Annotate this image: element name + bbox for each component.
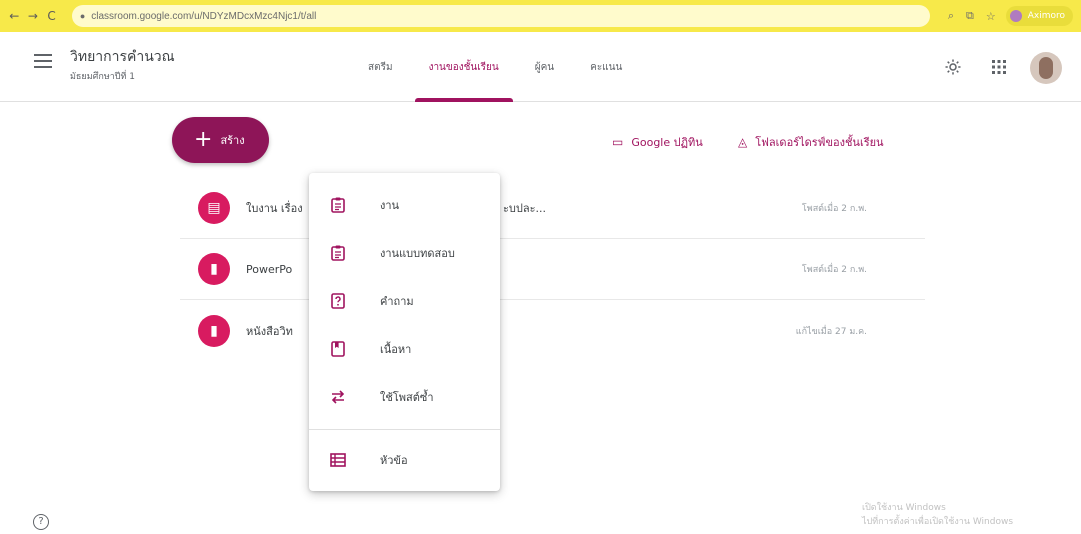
address-bar[interactable]: ● classroom.google.com/u/NDYzMDcxMzc4Njc… xyxy=(71,5,930,27)
app-header: วิทยาการคำนวณ มัธยมศึกษาปีที่ 1 สตรีม งา… xyxy=(0,32,1081,102)
item-title: หนังสือวิท xyxy=(246,324,293,338)
menu-item-topic[interactable]: หัวข้อ xyxy=(309,436,500,484)
classwork-list: ▤ ใบงาน เรื่อง ะบปละ... โพสต์เมื่อ 2 ก.พ… xyxy=(180,178,925,361)
menu-item-label: งานแบบทดสอบ xyxy=(380,247,455,260)
class-drive-folder-link[interactable]: ◬ โฟลเดอร์ไดรฟ์ของชั้นเรียน xyxy=(738,133,884,151)
menu-item-quiz-assignment[interactable]: งานแบบทดสอบ xyxy=(309,229,500,277)
class-title[interactable]: วิทยาการคำนวณ xyxy=(70,46,175,68)
tab-people[interactable]: ผู้คน xyxy=(517,32,572,102)
assignment-icon: ▤ xyxy=(198,192,230,224)
drive-link-label: โฟลเดอร์ไดรฟ์ของชั้นเรียน xyxy=(755,136,884,149)
assignment-icon xyxy=(330,196,346,214)
forward-icon[interactable]: → xyxy=(27,9,40,23)
share-icon[interactable]: ⧉ xyxy=(966,9,974,23)
item-edited-date: แก้ไขเมื่อ 27 ม.ค. xyxy=(795,326,867,337)
user-avatar[interactable] xyxy=(1030,52,1062,84)
browser-toolbar: ← → C ● classroom.google.com/u/NDYzMDcxM… xyxy=(0,0,1081,32)
question-icon xyxy=(330,292,346,310)
quiz-assignment-icon xyxy=(330,244,346,262)
menu-item-reuse-post[interactable]: ใช้โพสต์ซ้ำ xyxy=(309,373,500,421)
calendar-icon: ▭ xyxy=(612,135,624,149)
menu-item-question[interactable]: คำถาม xyxy=(309,277,500,325)
menu-item-assignment[interactable]: งาน xyxy=(309,181,500,229)
menu-divider xyxy=(309,429,500,430)
drive-icon: ◬ xyxy=(738,135,748,149)
list-item[interactable]: ▮ หนังสือวิท แก้ไขเมื่อ 27 ม.ค. xyxy=(180,300,925,361)
menu-item-label: คำถาม xyxy=(380,295,414,308)
item-posted-date: โพสต์เมื่อ 2 ก.พ. xyxy=(801,265,867,275)
back-icon[interactable]: ← xyxy=(8,9,21,23)
main-menu-icon[interactable] xyxy=(34,54,52,68)
class-tabs: สตรีม งานของชั้นเรียน ผู้คน คะแนน xyxy=(350,32,640,102)
item-title: PowerPo xyxy=(246,262,293,276)
apps-grid-icon[interactable] xyxy=(988,56,1010,78)
url-text: classroom.google.com/u/NDYzMDcxMzc4Njc1/… xyxy=(91,10,317,22)
calendar-link-label: Google ปฏิทิน xyxy=(631,136,703,149)
topic-icon xyxy=(330,451,346,469)
profile-chip[interactable]: Aximoro xyxy=(1005,6,1073,26)
list-item[interactable]: ▮ PowerPo โพสต์เมื่อ 2 ก.พ. xyxy=(180,239,925,300)
reload-icon[interactable]: C xyxy=(45,9,58,23)
menu-item-label: ใช้โพสต์ซ้ำ xyxy=(380,391,434,404)
menu-item-label: งาน xyxy=(380,199,400,212)
create-button[interactable]: + สร้าง xyxy=(172,117,269,163)
bookmark-star-icon[interactable]: ☆ xyxy=(986,10,996,23)
create-menu: งาน งานแบบทดสอบ คำถาม เนื้อหา ใช้โพสต์ซ้… xyxy=(309,173,500,491)
zoom-icon[interactable]: ⌕ xyxy=(948,9,954,23)
watermark-line-2: ไปที่การตั้งค่าเพื่อเปิดใช้งาน Windows xyxy=(862,517,1014,527)
menu-item-label: เนื้อหา xyxy=(380,343,412,356)
item-title-tail: ะบปละ... xyxy=(503,202,547,215)
menu-item-label: หัวข้อ xyxy=(380,454,408,467)
lock-icon: ● xyxy=(79,11,86,21)
windows-activation-watermark: เปิดใช้งาน Windows ไปที่การตั้งค่าเพื่อเ… xyxy=(862,501,1013,529)
help-icon[interactable]: ? xyxy=(33,514,49,530)
material-icon: ▮ xyxy=(198,253,230,285)
list-item[interactable]: ▤ ใบงาน เรื่อง ะบปละ... โพสต์เมื่อ 2 ก.พ… xyxy=(180,178,925,239)
watermark-line-1: เปิดใช้งาน Windows xyxy=(862,503,946,513)
item-title: ใบงาน เรื่อง xyxy=(246,202,303,215)
tab-grades[interactable]: คะแนน xyxy=(572,32,640,102)
plus-icon: + xyxy=(194,127,213,152)
settings-gear-icon[interactable] xyxy=(942,56,964,78)
menu-item-material[interactable]: เนื้อหา xyxy=(309,325,500,373)
profile-avatar-icon xyxy=(1009,10,1022,22)
google-calendar-link[interactable]: ▭ Google ปฏิทิน xyxy=(612,133,703,151)
tab-stream[interactable]: สตรีม xyxy=(350,32,411,102)
profile-label: Aximoro xyxy=(1027,11,1065,21)
class-section: มัธยมศึกษาปีที่ 1 xyxy=(70,72,136,82)
item-posted-date: โพสต์เมื่อ 2 ก.พ. xyxy=(801,204,867,214)
tab-classwork[interactable]: งานของชั้นเรียน xyxy=(411,32,517,102)
material-icon: ▮ xyxy=(198,314,230,347)
create-button-label: สร้าง xyxy=(220,134,245,147)
material-icon xyxy=(330,340,346,358)
reuse-post-icon xyxy=(330,388,346,406)
